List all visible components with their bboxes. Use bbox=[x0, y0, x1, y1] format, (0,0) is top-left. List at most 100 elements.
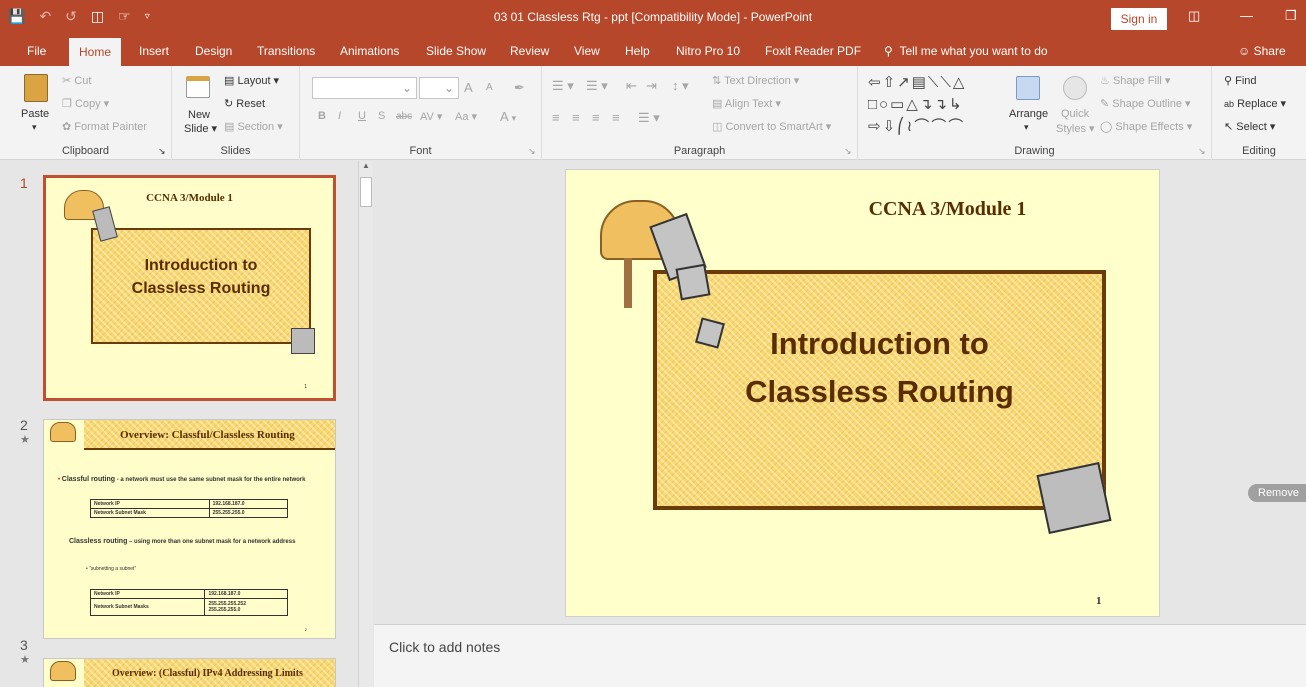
convert-smartart-button[interactable]: ◫ Convert to SmartArt ▾ bbox=[712, 120, 831, 133]
redo-icon[interactable]: ↺ bbox=[65, 8, 77, 25]
tab-animations[interactable]: Animations bbox=[330, 36, 409, 66]
new-slide-dropdown[interactable]: Slide ▾ bbox=[184, 122, 217, 135]
paste-icon[interactable] bbox=[24, 74, 48, 102]
increase-font-size-button[interactable]: A bbox=[464, 80, 473, 95]
font-launcher-icon[interactable]: ↘ bbox=[528, 146, 536, 157]
align-center-icon[interactable]: ≡ bbox=[572, 110, 580, 125]
tell-me-search[interactable]: ⚲ Tell me what you want to do bbox=[874, 36, 1058, 66]
customize-qat-icon[interactable]: ▿ bbox=[145, 11, 150, 22]
scroll-up-icon[interactable]: ▲ bbox=[360, 161, 372, 175]
cut-button[interactable]: ✂ Cut bbox=[62, 74, 91, 87]
find-button[interactable]: ⚲ Find bbox=[1224, 74, 1257, 87]
tab-design[interactable]: Design bbox=[185, 36, 242, 66]
replace-label: Replace bbox=[1237, 98, 1278, 110]
line-spacing-icon[interactable]: ↕ ▾ bbox=[672, 78, 689, 94]
text-direction-button[interactable]: ⇅ Text Direction ▾ bbox=[712, 74, 799, 87]
quick-styles-icon[interactable] bbox=[1063, 76, 1087, 100]
slide-thumbnail-1[interactable]: CCNA 3/Module 1 Introduction to Classless… bbox=[43, 175, 336, 401]
justify-icon[interactable]: ≡ bbox=[612, 110, 620, 125]
scroll-thumb[interactable] bbox=[360, 177, 372, 207]
tab-view[interactable]: View bbox=[564, 36, 610, 66]
paste-button[interactable]: Paste bbox=[21, 108, 49, 120]
change-case-button[interactable]: Aa ▾ bbox=[455, 110, 477, 123]
paragraph-launcher-icon[interactable]: ↘ bbox=[844, 146, 852, 157]
drawing-launcher-icon[interactable]: ↘ bbox=[1198, 146, 1206, 157]
tab-insert[interactable]: Insert bbox=[129, 36, 179, 66]
shape-fill-button[interactable]: ♨ Shape Fill ▾ bbox=[1100, 74, 1170, 87]
font-name-dropdown-icon[interactable]: ⌄ bbox=[402, 81, 412, 95]
clear-formatting-icon[interactable]: ✒ bbox=[514, 80, 525, 96]
current-slide[interactable]: CCNA 3/Module 1 Introduction to Classless… bbox=[565, 169, 1160, 617]
sign-in-button[interactable]: Sign in bbox=[1111, 8, 1167, 30]
cut-label: Cut bbox=[74, 75, 92, 87]
character-spacing-button[interactable]: AV ▾ bbox=[420, 110, 442, 123]
decrease-indent-icon[interactable]: ⇤ bbox=[626, 78, 637, 94]
font-name-combo[interactable]: ⌄ bbox=[312, 77, 417, 99]
layout-button[interactable]: ▤ Layout ▾ bbox=[224, 74, 279, 87]
tab-file[interactable]: File bbox=[17, 36, 56, 66]
shape-effects-button[interactable]: ◯ Shape Effects ▾ bbox=[1100, 120, 1192, 133]
align-text-button[interactable]: ▤ Align Text ▾ bbox=[712, 97, 781, 110]
replace-button[interactable]: ab Replace ▾ bbox=[1224, 97, 1286, 110]
font-size-combo[interactable]: ⌄ bbox=[419, 77, 459, 99]
quick-styles-dropdown[interactable]: Styles ▾ bbox=[1056, 122, 1095, 135]
tab-help[interactable]: Help bbox=[615, 36, 660, 66]
new-slide-label[interactable]: New bbox=[188, 109, 210, 121]
save-icon[interactable]: 💾 bbox=[8, 8, 25, 25]
thumb1-title-line2: Classless Routing bbox=[131, 280, 271, 297]
touch-mode-icon[interactable]: ☞ bbox=[118, 8, 131, 25]
font-group: ⌄ ⌄ A A ✒ B I U S abc AV ▾ Aa ▾ A ▾ Font… bbox=[300, 66, 542, 160]
tab-review[interactable]: Review bbox=[500, 36, 559, 66]
undo-icon[interactable]: ↶ bbox=[39, 8, 51, 25]
quick-styles-button[interactable]: Quick bbox=[1061, 108, 1089, 120]
increase-indent-icon[interactable]: ⇥ bbox=[646, 78, 657, 94]
remove-badge[interactable]: Remove bbox=[1248, 484, 1306, 502]
format-painter-button[interactable]: ✿ Format Painter bbox=[62, 120, 147, 133]
reset-button[interactable]: ↻ Reset bbox=[224, 97, 265, 110]
clipboard-launcher-icon[interactable]: ↘ bbox=[158, 146, 166, 157]
tab-nitro[interactable]: Nitro Pro 10 bbox=[666, 36, 750, 66]
columns-icon[interactable]: ☰ ▾ bbox=[638, 110, 660, 126]
thumb2-t2-cell: 192.168.187.0 bbox=[204, 589, 288, 599]
start-from-beginning-icon[interactable]: ◫ bbox=[91, 8, 104, 25]
select-button[interactable]: ↖ Select ▾ bbox=[1224, 120, 1275, 133]
paste-dropdown-icon[interactable]: ▾ bbox=[32, 122, 37, 133]
arrange-icon[interactable] bbox=[1016, 76, 1040, 100]
shape-outline-label: Shape Outline bbox=[1112, 98, 1182, 110]
tab-foxit[interactable]: Foxit Reader PDF bbox=[755, 36, 871, 66]
arrange-dropdown-icon[interactable]: ▾ bbox=[1024, 122, 1029, 133]
new-slide-icon[interactable] bbox=[186, 76, 210, 98]
reset-label: Reset bbox=[236, 98, 266, 110]
restore-icon[interactable]: ❐ bbox=[1285, 8, 1297, 24]
tab-transitions[interactable]: Transitions bbox=[247, 36, 325, 66]
shadow-button[interactable]: S bbox=[378, 110, 385, 122]
slide-thumbnail-3[interactable]: Overview: (Classful) IPv4 Addressing Lim… bbox=[43, 658, 336, 687]
italic-button[interactable]: I bbox=[338, 110, 341, 122]
align-left-icon[interactable]: ≡ bbox=[552, 110, 560, 125]
ribbon-display-options-icon[interactable]: ◫ bbox=[1188, 8, 1200, 24]
copy-button[interactable]: ❐ Copy ▾ bbox=[62, 97, 109, 110]
decrease-font-size-button[interactable]: A bbox=[486, 82, 493, 93]
tab-home[interactable]: Home bbox=[69, 38, 122, 66]
arrange-button[interactable]: Arrange bbox=[1009, 108, 1048, 120]
bullets-icon[interactable]: ☰ ▾ bbox=[552, 78, 574, 94]
share-button[interactable]: ☺ Share bbox=[1228, 36, 1296, 66]
shapes-gallery[interactable]: ⇦⇧↗▤⟍⟍△ □○▭△↴↴↳ ⇨⇩⎛≀⌒⌒⌒ bbox=[868, 72, 966, 138]
font-size-dropdown-icon[interactable]: ⌄ bbox=[444, 81, 454, 95]
underline-button[interactable]: U bbox=[358, 110, 366, 122]
minimize-icon[interactable]: — bbox=[1240, 8, 1253, 23]
quick-styles-label2: Styles bbox=[1056, 123, 1086, 135]
font-color-button[interactable]: A ▾ bbox=[500, 109, 516, 124]
shape-outline-button[interactable]: ✎ Shape Outline ▾ bbox=[1100, 97, 1191, 110]
tab-slide-show[interactable]: Slide Show bbox=[416, 36, 496, 66]
slide-thumbnail-2[interactable]: Overview: Classful/Classless Routing • C… bbox=[43, 419, 336, 639]
strikethrough-button[interactable]: abc bbox=[396, 111, 412, 122]
notes-pane[interactable]: Click to add notes bbox=[374, 624, 1306, 687]
thumbnail-scrollbar[interactable]: ▲ bbox=[358, 161, 373, 687]
section-button[interactable]: ▤ Section ▾ bbox=[224, 120, 283, 133]
format-painter-label: Format Painter bbox=[74, 121, 148, 133]
bold-button[interactable]: B bbox=[318, 110, 326, 122]
notes-placeholder[interactable]: Click to add notes bbox=[389, 639, 500, 655]
numbering-icon[interactable]: ☰ ▾ bbox=[586, 78, 608, 94]
align-right-icon[interactable]: ≡ bbox=[592, 110, 600, 125]
